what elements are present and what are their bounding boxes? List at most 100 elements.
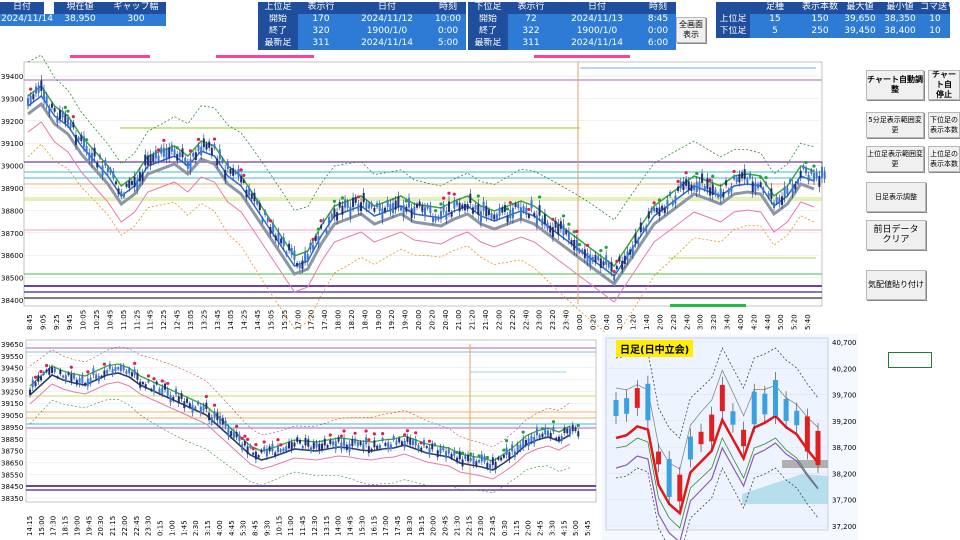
upper-x-tick: 9:25 <box>53 314 61 330</box>
ashi-header: 表示本数 <box>800 2 840 14</box>
chart-auto-stop-label-2: 停止 <box>936 90 952 99</box>
candle-body <box>32 94 35 100</box>
daily-adjust-label: 日足表示調整 <box>875 193 917 201</box>
candle-body <box>301 260 304 269</box>
upper-y-tick: 39200 <box>1 118 23 126</box>
upper-range2-button[interactable]: 上位足の 表示本数 <box>928 146 960 172</box>
lower-cell[interactable]: 0:00 <box>640 26 676 38</box>
signal-dot <box>85 138 89 142</box>
upper-x-tick: 5:20 <box>791 314 799 330</box>
candle-body <box>698 181 701 191</box>
candle-body <box>344 199 347 208</box>
ashi-cell[interactable]: 38,350 <box>880 14 920 26</box>
candle-body <box>336 212 339 221</box>
upper-intraday-chart[interactable]: 39400 39300 39200 39100 39000 38900 38800 38700… <box>0 54 828 332</box>
candle-body <box>631 245 634 255</box>
range-5min-button[interactable]: 5分足表示範囲変更 <box>866 112 924 138</box>
daily-candle-body <box>772 380 778 416</box>
summary-date-value[interactable]: 2024/11/14 <box>0 14 54 26</box>
ashi-cell[interactable]: 250 <box>800 26 840 38</box>
candle-body <box>575 239 578 251</box>
daily-adjust-button[interactable]: 日足表示調整 <box>866 182 926 212</box>
prev-day-clear-button[interactable]: 前日データ クリア <box>866 220 926 250</box>
candle-body <box>453 450 456 456</box>
candle-body <box>567 231 570 241</box>
candle-body <box>232 168 235 176</box>
lower-cell[interactable]: 1900/1/0 <box>554 26 640 38</box>
chart-auto-adjust-button[interactable]: チャート自動調整 <box>866 70 924 100</box>
upper-cell[interactable]: 10:00 <box>430 14 466 26</box>
candle-body <box>589 254 592 266</box>
upper-x-tick: 3:40 <box>724 314 732 330</box>
summary-gap-value[interactable]: 300 <box>106 14 166 26</box>
candle-body <box>141 381 144 385</box>
candle-body <box>232 431 235 438</box>
candle-body <box>309 242 312 250</box>
lower-cell[interactable]: 6:00 <box>640 38 676 50</box>
upper-cell[interactable]: 320 <box>298 26 344 38</box>
candle-body <box>487 209 490 216</box>
upper-cell[interactable]: 2024/11/12 <box>344 14 430 26</box>
candle-body <box>535 215 538 226</box>
ashi-cell[interactable]: 38,400 <box>880 26 920 38</box>
candle-body <box>442 204 445 212</box>
upper-cell[interactable]: 311 <box>298 38 344 50</box>
candle-body <box>365 202 368 209</box>
candle-body <box>695 181 698 193</box>
lower-cell[interactable]: 322 <box>508 26 554 38</box>
upper-x-tick: 20:20 <box>428 310 436 330</box>
lower-cell[interactable]: 311 <box>508 38 554 50</box>
signal-dot <box>332 199 337 203</box>
lower-range-button[interactable]: 下位足の 表示本数 <box>928 112 960 138</box>
lower-cell[interactable]: 2024/11/13 <box>554 14 640 26</box>
upper-cell[interactable]: 1900/1/0 <box>344 26 430 38</box>
candle-body <box>80 134 83 142</box>
paste-quote-button[interactable]: 気配値貼り付け <box>866 270 926 300</box>
candle-body <box>522 206 525 212</box>
daily-chart[interactable]: 40,700 40,200 39,700 39,200 38,700 38,200 37,7… <box>602 334 858 540</box>
lower-intraday-chart[interactable]: 39650 39550 39450 39350 39250 39150 39050 38950… <box>0 334 600 540</box>
candle-body <box>733 176 736 180</box>
candle-body <box>502 454 505 458</box>
candle-body <box>260 449 263 453</box>
fullscreen-button[interactable]: 全画面 表示 <box>676 17 706 43</box>
session-marker <box>216 55 314 58</box>
upper-cell[interactable]: 170 <box>298 14 344 26</box>
ashi-cell[interactable]: 39,650 <box>840 14 880 26</box>
summary-price-value[interactable]: 38,950 <box>54 14 106 26</box>
ashi-cell[interactable]: 150 <box>800 14 840 26</box>
ashi-cell[interactable]: 5 <box>750 26 800 38</box>
lower-cell[interactable]: 8:45 <box>640 14 676 26</box>
candle-body <box>436 450 439 458</box>
lower-cell[interactable]: 2024/11/14 <box>554 38 640 50</box>
candle-body <box>329 440 332 445</box>
lower-y-tick: 38950 <box>1 424 23 432</box>
candle-body <box>469 458 472 461</box>
ashi-cell[interactable]: 10 <box>920 14 950 26</box>
candle-body <box>314 236 317 241</box>
selected-cell[interactable] <box>888 352 932 368</box>
lower-x-tick: 13:15 <box>323 516 331 536</box>
daily-candle-body <box>656 451 662 465</box>
upper-x-tick: 18:40 <box>361 310 369 330</box>
upper-cell[interactable]: 5:00 <box>430 38 466 50</box>
daily-candle-body <box>815 430 821 466</box>
lower-x-tick: 5:00 <box>572 520 580 536</box>
chart-auto-stop-button[interactable]: チャート自 停止 <box>928 70 960 100</box>
candle-body <box>74 135 77 145</box>
signal-dot <box>152 377 156 381</box>
upper-cell[interactable]: 0:00 <box>430 26 466 38</box>
candle-body <box>746 178 749 184</box>
candle-body <box>168 147 171 158</box>
upper-range-button[interactable]: 上位足表示範囲変更 <box>866 146 924 172</box>
signal-dot <box>39 369 43 374</box>
candle-body <box>759 182 762 187</box>
lower-cell[interactable]: 72 <box>508 14 554 26</box>
signal-dot <box>339 434 343 438</box>
upper-cell[interactable]: 2024/11/14 <box>344 38 430 50</box>
candle-body <box>642 227 645 232</box>
ashi-cell[interactable]: 15 <box>750 14 800 26</box>
candle-body <box>200 146 203 156</box>
ashi-cell[interactable]: 39,450 <box>840 26 880 38</box>
ashi-cell[interactable]: 10 <box>920 26 950 38</box>
